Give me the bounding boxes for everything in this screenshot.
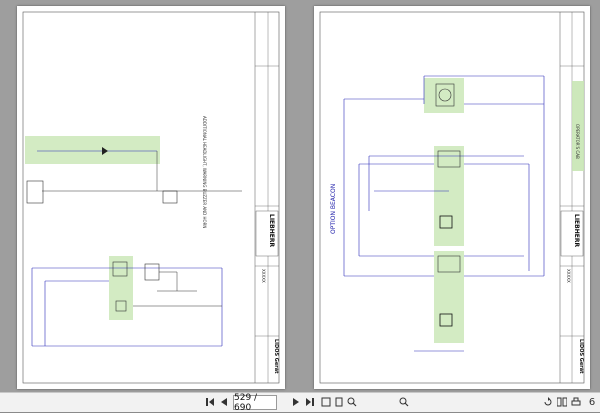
- print-icon[interactable]: [570, 395, 582, 409]
- left-side-note: ADDITIONAL HEADLIGHT, WARNING BUZZER AND…: [202, 116, 207, 229]
- zoom-level[interactable]: 6: [586, 395, 598, 409]
- prev-page-icon[interactable]: [218, 395, 230, 409]
- document-viewport[interactable]: ADDITIONAL HEADLIGHT, WARNING BUZZER AND…: [0, 0, 600, 392]
- fit-page-icon[interactable]: [320, 395, 332, 409]
- next-page-icon[interactable]: [290, 395, 302, 409]
- schematic-right: [319, 11, 585, 384]
- page-left: ADDITIONAL HEADLIGHT, WARNING BUZZER AND…: [17, 6, 285, 389]
- rotate-icon[interactable]: [542, 395, 554, 409]
- left-logo: LIEBHERR: [268, 214, 275, 248]
- left-title-line2: XXXXX: [261, 269, 266, 283]
- zoom-out-icon[interactable]: [346, 395, 358, 409]
- right-title-line2: XXXXX: [566, 269, 571, 283]
- page-right: OPTION BEACON OPERATOR'S CAB LIEBHERR LI…: [314, 6, 590, 389]
- right-logo: LIEBHERR: [573, 214, 580, 248]
- left-title-line1: LIDOS Gerät: [273, 339, 279, 374]
- page-number-input[interactable]: 529 / 690: [233, 393, 277, 413]
- viewer-toolbar: 529 / 690 6: [0, 392, 600, 413]
- single-page-icon[interactable]: [333, 395, 345, 409]
- two-page-icon[interactable]: [556, 395, 568, 409]
- option-beacon-label: OPTION BEACON: [330, 183, 337, 234]
- schematic-left: [22, 11, 280, 384]
- last-page-icon[interactable]: [304, 395, 316, 409]
- right-title-line1: LIDOS Gerät: [578, 339, 584, 374]
- right-side-note: OPERATOR'S CAB: [575, 124, 580, 159]
- zoom-in-icon[interactable]: [398, 395, 410, 409]
- first-page-icon[interactable]: [204, 395, 216, 409]
